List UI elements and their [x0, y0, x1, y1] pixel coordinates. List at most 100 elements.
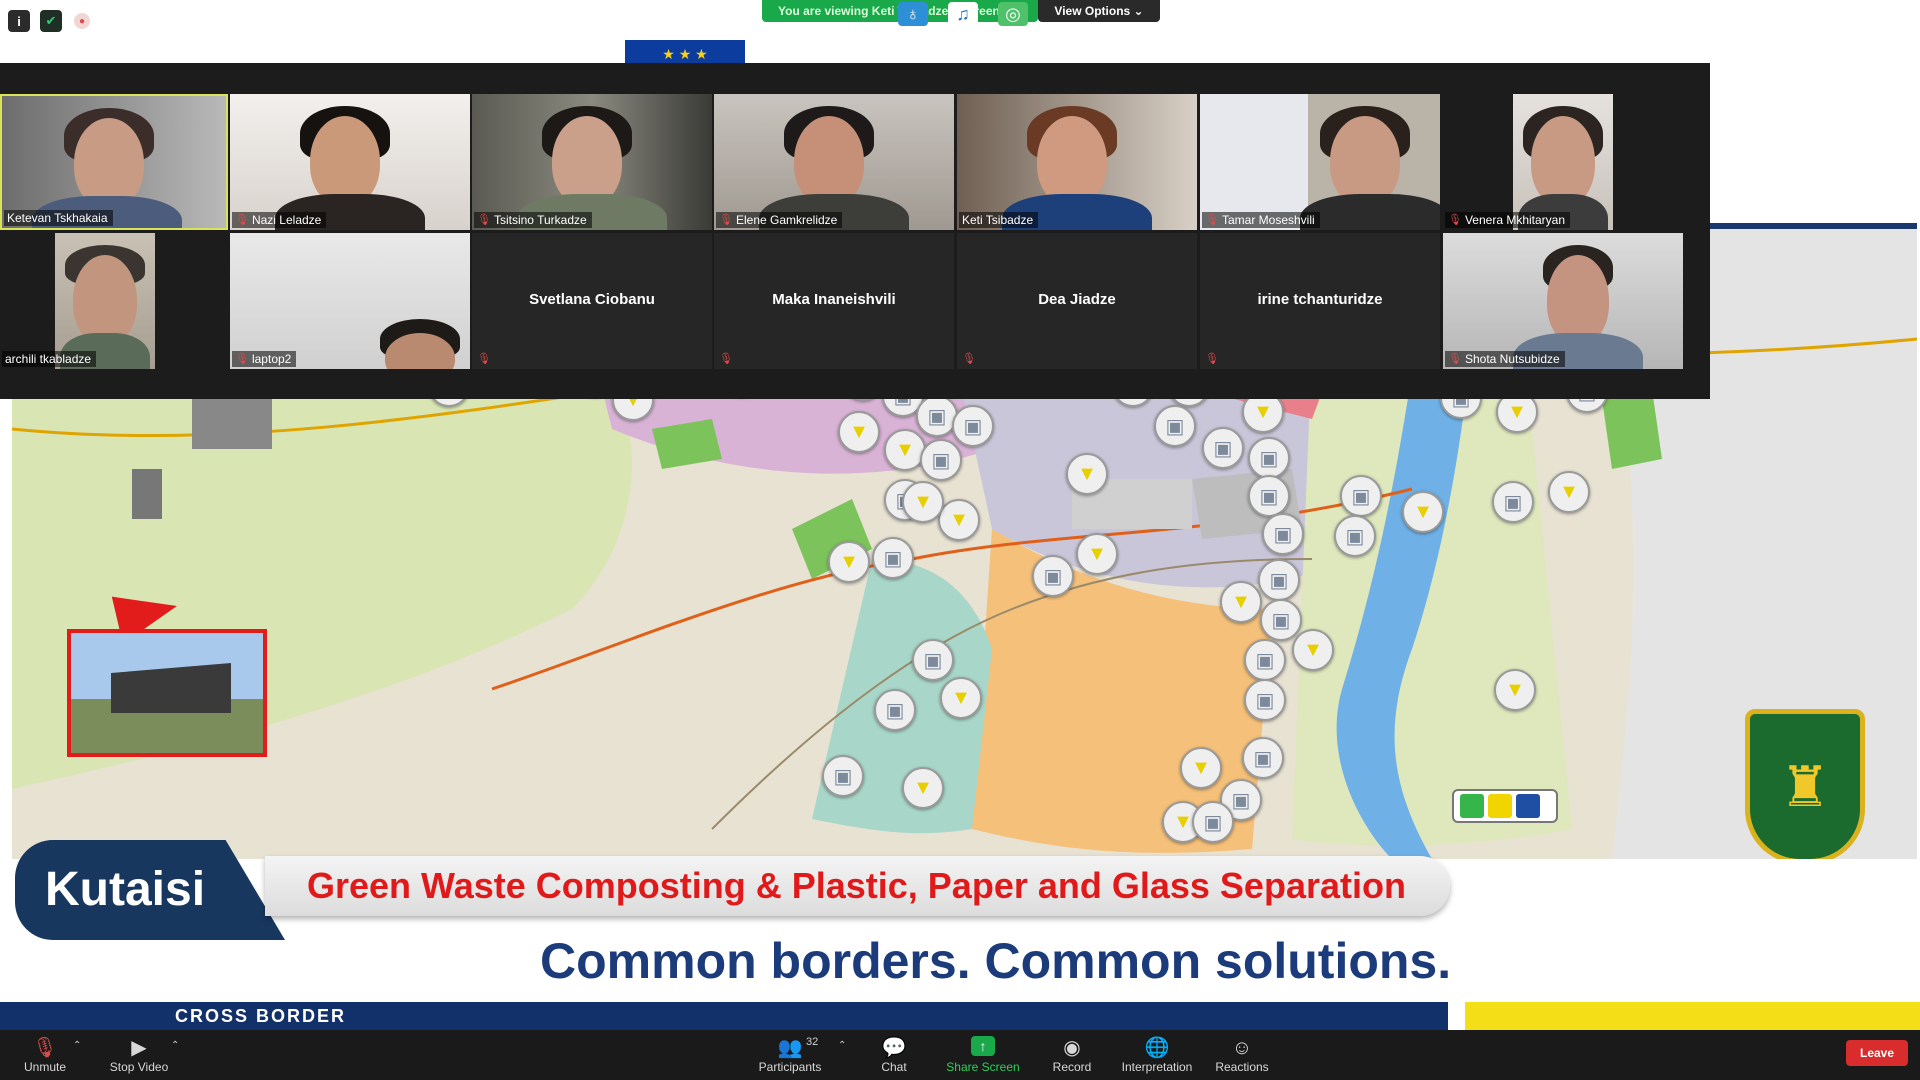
composting-facility-photo [67, 629, 267, 757]
participant-tile[interactable]: archili tkabladze [0, 233, 240, 369]
bin-marker-grey: ▣ [1260, 599, 1302, 641]
bin-marker-yellow: ▼ [1076, 533, 1118, 575]
participant-name: Ketevan Tskhakaia [7, 211, 108, 225]
bin-marker-grey: ▣ [1154, 405, 1196, 447]
participant-tile[interactable]: 🎙 Tsitsino Turkadze [472, 94, 712, 230]
video-options-caret[interactable]: ⌃ [171, 1040, 179, 1051]
bin-marker-grey: ▣ [1258, 559, 1300, 601]
stop-video-button[interactable]: ▶ Stop Video [102, 1030, 176, 1080]
reactions-button[interactable]: ☺ Reactions [1212, 1030, 1272, 1080]
muted-mic-icon: 🎙 [235, 353, 249, 365]
stop-video-label: Stop Video [109, 1060, 169, 1074]
security-shield-icon[interactable]: ✔ [40, 10, 62, 32]
bin-marker-grey: ▣ [1192, 801, 1234, 843]
view-options-button[interactable]: View Options ⌄ [1038, 0, 1160, 22]
muted-mic-icon: 🎙 [1205, 353, 1219, 365]
bin-marker-grey: ▣ [1340, 475, 1382, 517]
city-name: Kutaisi [15, 840, 285, 940]
bin-marker-grey: ▣ [920, 439, 962, 481]
participants-options-caret[interactable]: ⌃ [838, 1040, 846, 1051]
unmute-button[interactable]: 🎙 Unmute [18, 1030, 72, 1080]
participant-tile[interactable]: 🎙 laptop2 [230, 233, 470, 369]
bin-marker-grey: ▣ [1248, 475, 1290, 517]
smiley-plus-icon: ☺ [1231, 1037, 1253, 1059]
bin-marker-grey: ▣ [1244, 679, 1286, 721]
window-top-bar: i ✔ ● You are viewing Keti Tsibadze's sc… [0, 0, 1920, 40]
slide-tagline: Common borders. Common solutions. [540, 933, 1452, 989]
remote-control-icon[interactable]: ◎ [998, 2, 1028, 26]
muted-mic-icon: 🎙 [235, 214, 249, 226]
bin-marker-grey: ▣ [1248, 437, 1290, 479]
bin-marker-yellow: ▼ [1402, 491, 1444, 533]
bin-marker-yellow: ▼ [1066, 453, 1108, 495]
bin-marker-grey: ▣ [1334, 515, 1376, 557]
muted-mic-icon: 🎙 [719, 214, 733, 226]
muted-mic-icon: 🎙 [477, 353, 491, 365]
reactions-label: Reactions [1215, 1060, 1269, 1074]
bin-marker-grey: ▣ [1242, 737, 1284, 779]
annotation-icon[interactable]: ♁ [898, 2, 928, 26]
interpretation-label: Interpretation [1121, 1060, 1193, 1074]
participant-tile[interactable]: Dea Jiadze 🎙 [957, 233, 1197, 369]
share-screen-button[interactable]: ↑ Share Screen [944, 1030, 1022, 1080]
participant-gallery[interactable]: Ketevan Tskhakaia 🎙 Nazi Leladze 🎙 Tsitsin… [0, 63, 1710, 399]
video-camera-icon: ▶ [131, 1037, 147, 1059]
cross-border-band: CROSS BORDER [0, 1002, 1448, 1030]
bin-marker-grey: ▣ [822, 755, 864, 797]
audio-options-caret[interactable]: ⌃ [73, 1040, 81, 1051]
muted-mic-icon: 🎙 [477, 214, 491, 226]
muted-mic-icon: 🎙 [962, 353, 976, 365]
bin-marker-grey: ▣ [1262, 513, 1304, 555]
bin-marker-grey: ▣ [952, 405, 994, 447]
participant-name: Tamar Moseshvili [1221, 213, 1315, 227]
bin-marker-grey: ▣ [1202, 427, 1244, 469]
participant-name: Maka Inaneishvili [772, 291, 896, 308]
bin-marker-grey: ▣ [1492, 481, 1534, 523]
participant-name: archili tkabladze [5, 352, 92, 366]
recording-indicator-icon: ● [74, 13, 90, 29]
bin-marker-yellow: ▼ [1220, 581, 1262, 623]
record-button[interactable]: ◉ Record [1048, 1030, 1096, 1080]
muted-mic-icon: 🎙 [719, 353, 733, 365]
participant-tile[interactable]: Keti Tsibadze [957, 94, 1197, 230]
participants-count: 32 [806, 1036, 819, 1048]
slide-title-banner: Kutaisi Green Waste Composting & Plastic… [15, 840, 1450, 940]
participant-name: laptop2 [251, 352, 292, 366]
participant-tile[interactable]: irine tchanturidze 🎙 [1200, 233, 1440, 369]
muted-mic-icon: 🎙 [1448, 353, 1462, 365]
participant-tile[interactable]: Ketevan Tskhakaia [0, 94, 228, 230]
chat-button[interactable]: 💬 Chat [872, 1030, 916, 1080]
participant-tile[interactable]: Svetlana Ciobanu 🎙 [472, 233, 712, 369]
share-screen-label: Share Screen [946, 1060, 1020, 1074]
bin-marker-yellow: ▼ [902, 481, 944, 523]
bin-marker-grey: ▣ [872, 537, 914, 579]
meeting-info-icon[interactable]: i [8, 10, 30, 32]
bin-marker-yellow: ▼ [1180, 747, 1222, 789]
record-label: Record [1052, 1060, 1092, 1074]
interpretation-button[interactable]: 🌐 Interpretation [1118, 1030, 1196, 1080]
bin-marker-yellow: ▼ [938, 499, 980, 541]
participant-tile[interactable]: 🎙 Elene Gamkrelidze [714, 94, 954, 230]
chat-label: Chat [881, 1060, 907, 1074]
globe-icon: 🌐 [1144, 1037, 1170, 1059]
participant-name: Shota Nutsubidze [1464, 352, 1560, 366]
participant-name: Svetlana Ciobanu [529, 291, 655, 308]
participant-tile[interactable]: Maka Inaneishvili 🎙 [714, 233, 954, 369]
bin-marker-grey: ▣ [912, 639, 954, 681]
meeting-toolbar: 🎙 Unmute ⌃ ▶ Stop Video ⌃ 👥 Participants… [0, 1030, 1920, 1080]
unmute-label: Unmute [23, 1060, 67, 1074]
participant-tile[interactable]: 🎙 Venera Mkhitaryan [1443, 94, 1683, 230]
slide-theme-title: Green Waste Composting & Plastic, Paper … [265, 856, 1450, 916]
music-note-icon[interactable]: ♫ [948, 2, 978, 26]
participant-name: Elene Gamkrelidze [735, 213, 838, 227]
participant-name: Dea Jiadze [1038, 291, 1116, 308]
footer-yellow-band [1465, 1002, 1920, 1030]
participant-name: irine tchanturidze [1257, 291, 1383, 308]
participants-icon: 👥 [777, 1037, 803, 1059]
participant-tile[interactable]: 🎙 Tamar Moseshvili [1200, 94, 1440, 230]
leave-meeting-button[interactable]: Leave [1846, 1040, 1908, 1066]
participant-tile[interactable]: 🎙 Shota Nutsubidze [1443, 233, 1683, 369]
participants-label: Participants [758, 1060, 822, 1074]
bin-marker-yellow: ▼ [828, 541, 870, 583]
participant-tile[interactable]: 🎙 Nazi Leladze [230, 94, 470, 230]
